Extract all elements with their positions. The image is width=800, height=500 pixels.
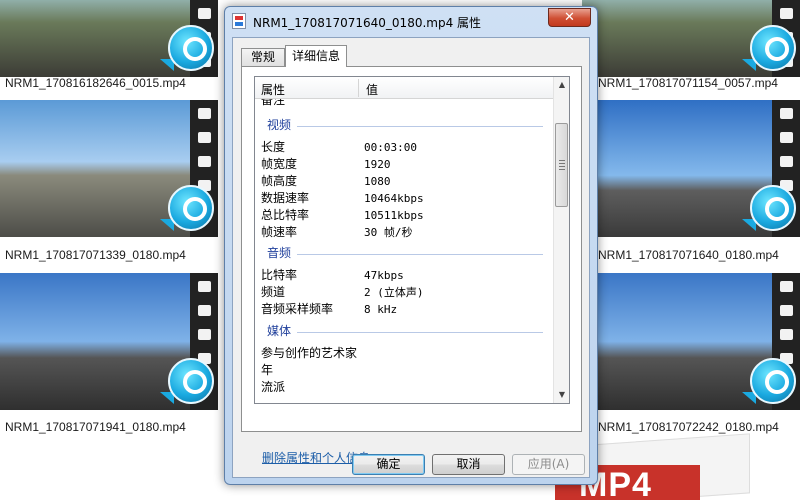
video-thumbnail[interactable] [582, 273, 800, 410]
list-item[interactable]: 流派 [255, 379, 555, 396]
close-icon: ✕ [564, 10, 575, 25]
column-header-property[interactable]: 属性 [261, 81, 285, 98]
group-header-video: 视频 [255, 117, 555, 134]
list-item[interactable]: 总比特率 10511kbps [255, 207, 555, 224]
scroll-up-arrow-icon[interactable]: ▲ [554, 77, 569, 93]
player-icon [168, 25, 214, 71]
list-header: 属性 值 [255, 77, 555, 99]
details-panel: 属性 值 备注 视频 长度 00:03:00 帧宽度 1920 帧高度 1080 数据… [241, 66, 582, 465]
list-item[interactable]: 备注 [255, 99, 555, 109]
thumbnail-frame [582, 273, 772, 410]
scroll-thumb[interactable] [555, 123, 568, 207]
video-thumbnail[interactable] [0, 0, 218, 77]
close-button[interactable]: ✕ [548, 8, 591, 27]
property-list[interactable]: 属性 值 备注 视频 长度 00:03:00 帧宽度 1920 帧高度 1080 数据… [254, 76, 570, 404]
apply-button[interactable]: 应用(A) [512, 454, 585, 475]
ok-button[interactable]: 确定 [352, 454, 425, 475]
thumbnail-frame [0, 273, 190, 410]
player-icon [168, 185, 214, 231]
list-item[interactable]: 帧高度 1080 [255, 173, 555, 190]
cancel-button[interactable]: 取消 [432, 454, 505, 475]
video-thumbnail[interactable] [582, 0, 800, 77]
file-name[interactable]: NRM1_170817071154_0057.mp4 [598, 76, 778, 90]
list-item[interactable]: 帧速率 30 帧/秒 [255, 224, 555, 241]
video-thumbnail[interactable] [0, 100, 218, 237]
list-rows: 备注 视频 长度 00:03:00 帧宽度 1920 帧高度 1080 数据速率 104… [255, 99, 555, 403]
list-item[interactable]: 长度 00:03:00 [255, 139, 555, 156]
video-thumbnail[interactable] [0, 273, 218, 410]
file-name[interactable]: NRM1_170816182646_0015.mp4 [5, 76, 186, 90]
list-item[interactable]: 参与创作的艺术家 [255, 345, 555, 362]
file-name[interactable]: NRM1_170817071339_0180.mp4 [5, 248, 186, 262]
video-thumbnail[interactable] [582, 100, 800, 237]
player-icon [168, 358, 214, 404]
properties-dialog: NRM1_170817071640_0180.mp4 属性 ✕ 常规 详细信息 … [224, 6, 598, 485]
tab-details[interactable]: 详细信息 [285, 45, 347, 67]
player-icon [750, 25, 796, 71]
player-icon [750, 185, 796, 231]
tab-general[interactable]: 常规 [241, 48, 285, 66]
list-item[interactable]: 音频采样频率 8 kHz [255, 301, 555, 318]
vertical-scrollbar[interactable]: ▲ ▼ [553, 77, 569, 403]
dialog-client: 常规 详细信息 属性 值 备注 视频 长度 00:03:00 帧宽度 1920 … [232, 37, 590, 478]
column-header-value[interactable]: 值 [366, 81, 378, 98]
player-icon [750, 358, 796, 404]
title-bar[interactable]: NRM1_170817071640_0180.mp4 属性 ✕ [225, 7, 597, 35]
list-item[interactable]: 比特率 47kbps [255, 267, 555, 284]
file-name[interactable]: NRM1_170817071941_0180.mp4 [5, 420, 186, 434]
list-item[interactable]: 年 [255, 362, 555, 379]
thumbnail-frame [582, 100, 772, 237]
file-name[interactable]: NRM1_170817072242_0180.mp4 [598, 420, 779, 434]
list-item[interactable]: 数据速率 10464kbps [255, 190, 555, 207]
dialog-title: NRM1_170817071640_0180.mp4 属性 [253, 16, 482, 30]
list-item[interactable]: 帧宽度 1920 [255, 156, 555, 173]
thumbnail-frame [0, 100, 190, 237]
file-name[interactable]: NRM1_170817071640_0180.mp4 [598, 248, 779, 262]
list-item[interactable]: 频道 2 (立体声) [255, 284, 555, 301]
scroll-down-arrow-icon[interactable]: ▼ [554, 387, 569, 403]
group-header-audio: 音频 [255, 245, 555, 262]
group-header-media: 媒体 [255, 323, 555, 340]
video-file-icon [232, 13, 246, 29]
